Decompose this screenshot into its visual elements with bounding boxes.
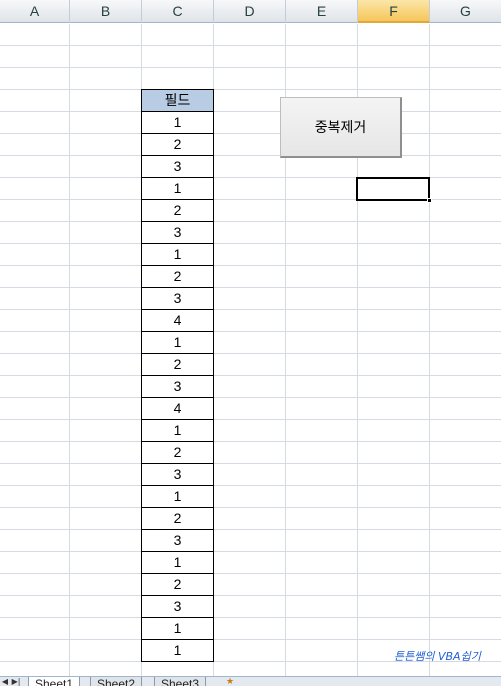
grid-row-line xyxy=(0,111,501,112)
data-cell[interactable]: 2 xyxy=(141,265,214,288)
sheet-tab-sheet3[interactable]: Sheet3 xyxy=(154,677,207,686)
col-header-E[interactable]: E xyxy=(286,0,358,23)
fill-handle[interactable] xyxy=(427,198,432,203)
data-cell[interactable]: 2 xyxy=(141,507,214,530)
data-cell[interactable]: 1 xyxy=(141,331,214,354)
grid-row-line xyxy=(0,89,501,90)
new-sheet-icon[interactable]: ★ xyxy=(222,677,238,686)
data-cell[interactable]: 3 xyxy=(141,221,214,244)
worksheet-grid[interactable] xyxy=(0,24,501,676)
triangle-right-bar-icon[interactable]: ▶| xyxy=(11,677,21,686)
data-cell[interactable]: 2 xyxy=(141,133,214,156)
data-cell[interactable]: 1 xyxy=(141,551,214,574)
col-header-A[interactable]: A xyxy=(0,0,70,23)
remove-duplicates-button[interactable]: 중복제거 xyxy=(280,97,402,158)
data-cell[interactable]: 4 xyxy=(141,397,214,420)
data-cell[interactable]: 2 xyxy=(141,441,214,464)
grid-row-line xyxy=(0,639,501,640)
data-cell[interactable]: 2 xyxy=(141,573,214,596)
grid-row-line xyxy=(0,287,501,288)
column-header-bar: A B C D E F G xyxy=(0,0,501,23)
grid-row-line xyxy=(0,375,501,376)
data-cell[interactable]: 3 xyxy=(141,375,214,398)
data-cell[interactable]: 1 xyxy=(141,617,214,640)
grid-row-line xyxy=(0,67,501,68)
grid-row-line xyxy=(0,551,501,552)
sheet-tab-sheet2[interactable]: Sheet2 xyxy=(90,677,143,686)
col-header-G[interactable]: G xyxy=(430,0,501,23)
col-header-D[interactable]: D xyxy=(214,0,286,23)
grid-row-line xyxy=(0,45,501,46)
grid-row-line xyxy=(0,397,501,398)
data-cell[interactable]: 1 xyxy=(141,111,214,134)
col-header-B[interactable]: B xyxy=(70,0,142,23)
data-cell[interactable]: 3 xyxy=(141,595,214,618)
grid-row-line xyxy=(0,353,501,354)
data-cell[interactable]: 3 xyxy=(141,463,214,486)
data-cell[interactable]: 1 xyxy=(141,485,214,508)
grid-row-line xyxy=(0,463,501,464)
data-cell[interactable]: 3 xyxy=(141,155,214,178)
sheet-tab-bar: ◀ ▶| Sheet1 Sheet2 Sheet3 ★ xyxy=(0,676,501,686)
data-cell[interactable]: 1 xyxy=(141,243,214,266)
watermark-text: 튼튼쌤의 VBA쉽기 xyxy=(394,650,481,663)
data-cell[interactable]: 4 xyxy=(141,309,214,332)
grid-row-line xyxy=(0,617,501,618)
grid-row-line xyxy=(0,155,501,156)
col-header-C[interactable]: C xyxy=(142,0,214,23)
grid-row-line xyxy=(0,529,501,530)
triangle-left-icon[interactable]: ◀ xyxy=(0,677,10,686)
data-cell[interactable]: 1 xyxy=(141,177,214,200)
grid-row-line xyxy=(0,485,501,486)
grid-row-line xyxy=(0,441,501,442)
grid-row-line xyxy=(0,331,501,332)
data-cell[interactable]: 2 xyxy=(141,199,214,222)
grid-row-line xyxy=(0,221,501,222)
grid-row-line xyxy=(0,419,501,420)
grid-row-line xyxy=(0,595,501,596)
data-cell[interactable]: 3 xyxy=(141,287,214,310)
grid-row-line xyxy=(0,265,501,266)
grid-row-line xyxy=(0,133,501,134)
field-header-cell[interactable]: 필드 xyxy=(141,89,214,112)
data-cell[interactable]: 2 xyxy=(141,353,214,376)
active-cell-selection[interactable] xyxy=(356,177,430,201)
grid-row-line xyxy=(0,309,501,310)
grid-row-line xyxy=(0,573,501,574)
sheet-tab-sheet1[interactable]: Sheet1 xyxy=(28,677,81,686)
data-cell[interactable]: 1 xyxy=(141,639,214,662)
data-cell[interactable]: 1 xyxy=(141,419,214,442)
grid-row-line xyxy=(0,243,501,244)
data-cell[interactable]: 3 xyxy=(141,529,214,552)
col-header-F[interactable]: F xyxy=(358,0,430,23)
grid-row-line xyxy=(0,507,501,508)
